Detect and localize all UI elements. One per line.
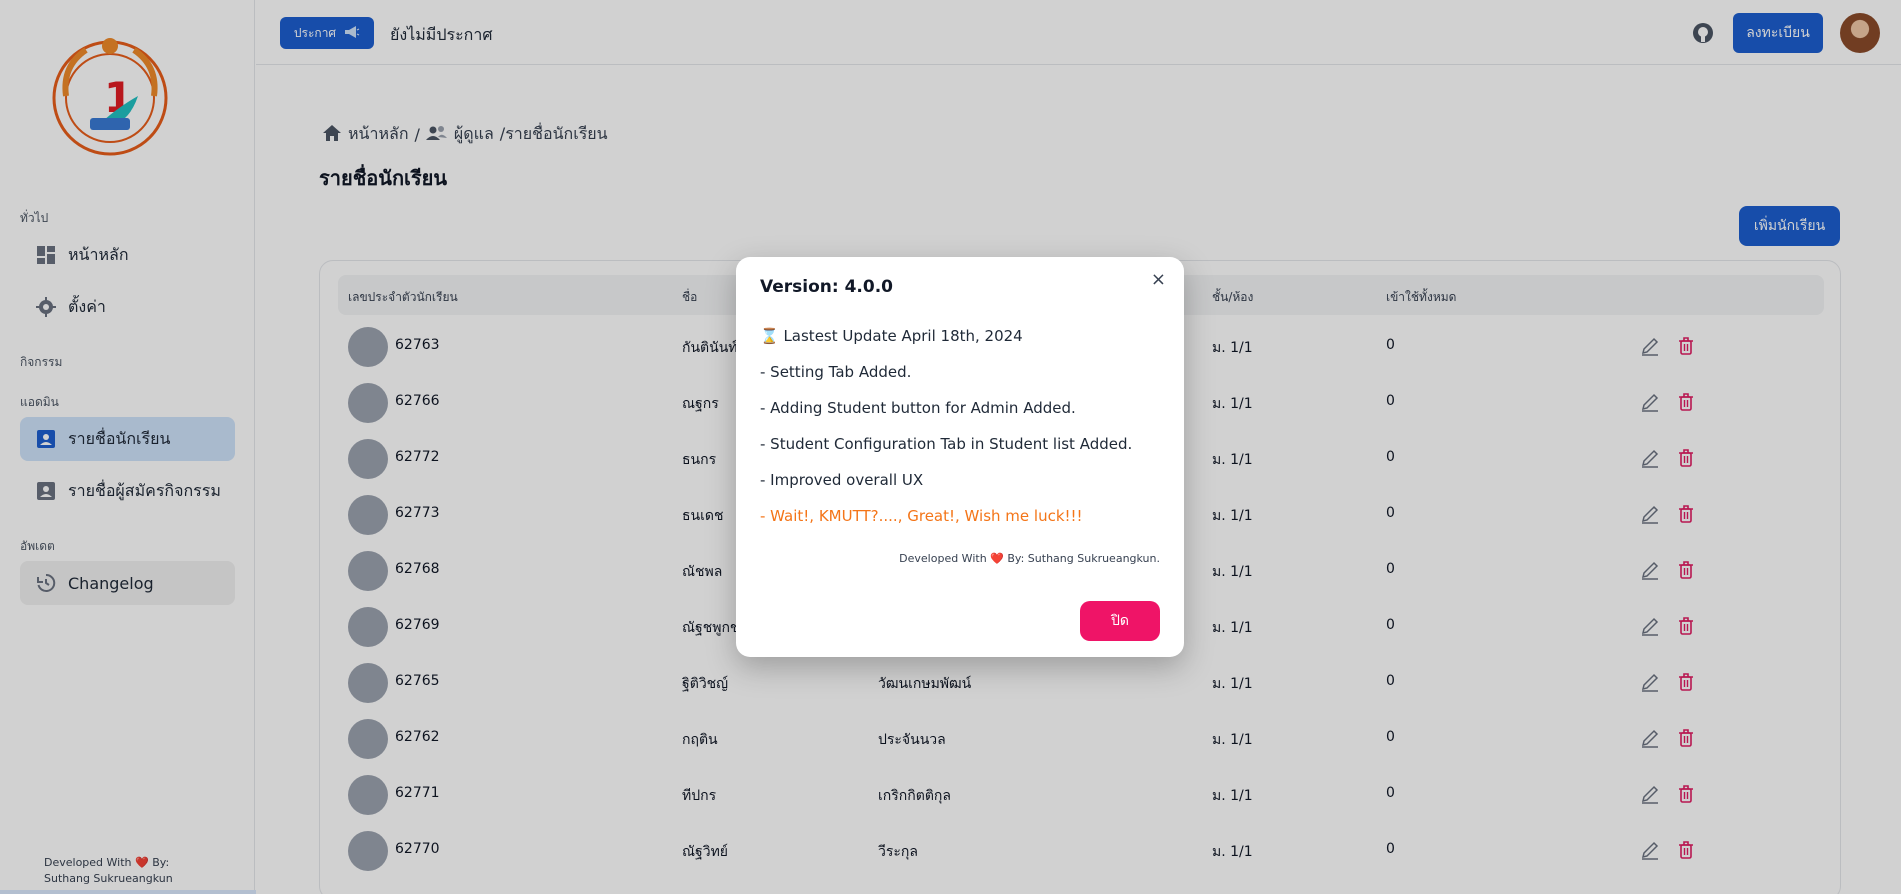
changelog-line: - Setting Tab Added. [760, 363, 912, 381]
changelog-line: - Adding Student button for Admin Added. [760, 399, 1076, 417]
close-icon[interactable]: × [1151, 269, 1166, 290]
changelog-line-highlight: - Wait!, KMUTT?...., Great!, Wish me luc… [760, 507, 1083, 525]
changelog-modal: × Version: 4.0.0 ⌛ Lastest Update April … [736, 257, 1184, 657]
changelog-line: - Improved overall UX [760, 471, 924, 489]
close-button[interactable]: ปิด [1080, 601, 1160, 641]
modal-title: Version: 4.0.0 [760, 277, 893, 297]
changelog-line: ⌛ Lastest Update April 18th, 2024 [760, 327, 1023, 345]
modal-developer-credit: Developed With ❤️ By: Suthang Sukrueangk… [899, 552, 1160, 565]
changelog-line: - Student Configuration Tab in Student l… [760, 435, 1133, 453]
